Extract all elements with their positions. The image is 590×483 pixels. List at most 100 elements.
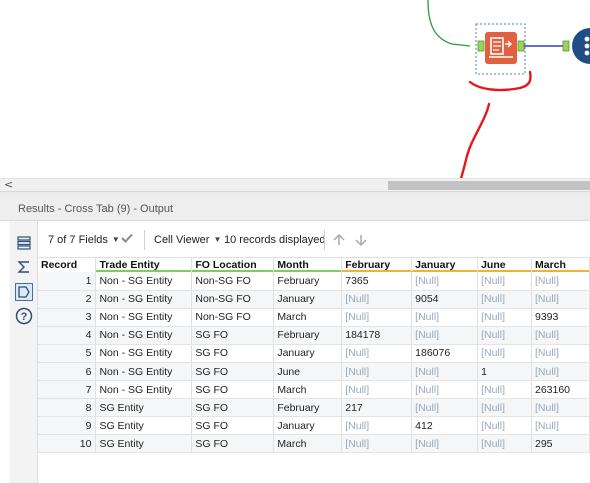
table-cell[interactable]: SG FO xyxy=(191,434,275,454)
record-number-cell[interactable]: 8 xyxy=(38,398,97,418)
table-cell[interactable]: March xyxy=(273,308,343,327)
record-number-cell[interactable]: 10 xyxy=(38,434,97,454)
table-cell[interactable]: [Null] xyxy=(477,344,532,363)
table-cell[interactable]: [Null] xyxy=(477,308,532,327)
table-cell[interactable]: January xyxy=(273,290,343,309)
table-cell[interactable]: SG FO xyxy=(191,416,275,436)
table-cell[interactable]: March xyxy=(273,434,343,454)
table-cell[interactable]: Non - SG Entity xyxy=(95,362,193,382)
table-cell[interactable]: [Null] xyxy=(341,344,413,363)
table-cell[interactable]: [Null] xyxy=(341,290,413,309)
table-cell[interactable]: Non-SG FO xyxy=(191,308,275,327)
browse-tool-icon[interactable] xyxy=(572,28,590,64)
table-cell[interactable]: [Null] xyxy=(477,416,532,436)
cell-viewer-dropdown[interactable]: Cell Viewer ▼ xyxy=(154,234,221,246)
table-cell[interactable]: SG FO xyxy=(191,380,275,400)
table-cell[interactable]: 1 xyxy=(477,362,532,382)
sum-icon[interactable] xyxy=(15,258,33,276)
table-cell[interactable]: [Null] xyxy=(411,272,479,291)
table-cell[interactable]: 7365 xyxy=(341,272,413,291)
table-row[interactable]: 4 Non - SG Entity SG FO February 184178 [Null… xyxy=(38,326,590,345)
table-row[interactable]: 5 Non - SG Entity SG FO January [Null] 186076… xyxy=(38,344,590,363)
table-cell[interactable]: January xyxy=(273,344,343,363)
table-cell[interactable]: [Null] xyxy=(531,362,590,382)
column-header[interactable]: February xyxy=(341,258,413,272)
table-cell[interactable]: 412 xyxy=(411,416,479,436)
column-header[interactable]: Record xyxy=(38,258,97,272)
record-number-cell[interactable]: 9 xyxy=(38,416,97,436)
table-cell[interactable]: [Null] xyxy=(531,398,590,418)
table-cell[interactable]: [Null] xyxy=(411,362,479,382)
column-header[interactable]: January xyxy=(411,258,479,272)
table-row[interactable]: 6 Non - SG Entity SG FO June [Null] [Null] 1 [N… xyxy=(38,362,590,382)
table-cell[interactable]: Non-SG FO xyxy=(191,290,275,309)
table-cell[interactable]: February xyxy=(273,272,343,291)
table-cell[interactable]: [Null] xyxy=(531,344,590,363)
table-cell[interactable]: Non - SG Entity xyxy=(95,308,193,327)
workflow-canvas[interactable] xyxy=(0,0,590,178)
table-cell[interactable]: SG Entity xyxy=(95,416,193,436)
table-row[interactable]: 3 Non - SG Entity Non-SG FO March [Null] [Nul… xyxy=(38,308,590,327)
table-cell[interactable]: [Null] xyxy=(477,434,532,454)
canvas-horizontal-scrollbar[interactable]: < xyxy=(0,178,590,191)
arrow-down-icon[interactable] xyxy=(354,233,368,250)
column-header[interactable]: June xyxy=(477,258,532,272)
table-cell[interactable]: 9054 xyxy=(411,290,479,309)
table-cell[interactable]: SG Entity xyxy=(95,398,193,418)
table-cell[interactable]: [Null] xyxy=(477,272,532,291)
table-cell[interactable]: [Null] xyxy=(411,398,479,418)
table-cell[interactable]: [Null] xyxy=(341,434,413,454)
table-cell[interactable]: [Null] xyxy=(531,272,590,291)
table-cell[interactable]: [Null] xyxy=(411,434,479,454)
table-cell[interactable]: February xyxy=(273,398,343,418)
table-cell[interactable]: 217 xyxy=(341,398,413,418)
tag-icon[interactable] xyxy=(15,283,33,301)
table-cell[interactable]: 186076 xyxy=(411,344,479,363)
scroll-left-arrow[interactable]: < xyxy=(4,178,13,191)
table-cell[interactable]: [Null] xyxy=(477,290,532,309)
table-cell[interactable]: [Null] xyxy=(531,416,590,436)
table-cell[interactable]: [Null] xyxy=(411,380,479,400)
record-number-cell[interactable]: 4 xyxy=(38,326,97,345)
record-number-cell[interactable]: 3 xyxy=(38,308,97,327)
table-cell[interactable]: Non - SG Entity xyxy=(95,272,193,291)
column-header[interactable]: Month xyxy=(273,258,343,272)
record-number-cell[interactable]: 7 xyxy=(38,380,97,400)
table-cell[interactable]: [Null] xyxy=(341,416,413,436)
table-row[interactable]: 9 SG Entity SG FO January [Null] 412 [Null] [Nu… xyxy=(38,416,590,436)
column-header[interactable]: FO Location xyxy=(191,258,275,272)
table-cell[interactable]: June xyxy=(273,362,343,382)
table-row[interactable]: 1 Non - SG Entity Non-SG FO February 7365 [Nu… xyxy=(38,272,590,291)
checkmark-icon[interactable] xyxy=(120,232,134,247)
table-row[interactable]: 7 Non - SG Entity SG FO March [Null] [Null] [N… xyxy=(38,380,590,400)
table-cell[interactable]: 184178 xyxy=(341,326,413,345)
table-cell[interactable]: 295 xyxy=(531,434,590,454)
table-cell[interactable]: [Null] xyxy=(477,326,532,345)
table-cell[interactable]: Non-SG FO xyxy=(191,272,275,291)
table-cell[interactable]: SG FO xyxy=(191,362,275,382)
table-cell[interactable]: Non - SG Entity xyxy=(95,380,193,400)
table-cell[interactable]: [Null] xyxy=(411,326,479,345)
table-cell[interactable]: [Null] xyxy=(531,290,590,309)
table-cell[interactable]: SG Entity xyxy=(95,434,193,454)
table-cell[interactable]: SG FO xyxy=(191,398,275,418)
table-cell[interactable]: [Null] xyxy=(341,308,413,327)
table-row[interactable]: 10 SG Entity SG FO March [Null] [Null] [Null] 2… xyxy=(38,434,590,454)
table-cell[interactable]: Non - SG Entity xyxy=(95,344,193,363)
scrollbar-thumb[interactable] xyxy=(388,181,590,190)
table-cell[interactable]: [Null] xyxy=(477,380,532,400)
table-cell[interactable]: February xyxy=(273,326,343,345)
column-header[interactable]: March xyxy=(531,258,590,272)
cross-tab-tool-icon[interactable] xyxy=(485,32,517,64)
column-header[interactable]: Trade Entity xyxy=(95,258,193,272)
table-cell[interactable]: [Null] xyxy=(341,362,413,382)
table-cell[interactable]: Non - SG Entity xyxy=(95,290,193,309)
table-cell[interactable]: 263160 xyxy=(531,380,590,400)
table-cell[interactable]: [Null] xyxy=(411,308,479,327)
table-row[interactable]: 8 SG Entity SG FO February 217 [Null] [Null] [N… xyxy=(38,398,590,418)
record-number-cell[interactable]: 1 xyxy=(38,272,97,291)
table-cell[interactable]: SG FO xyxy=(191,344,275,363)
table-cell[interactable]: [Null] xyxy=(477,398,532,418)
table-row[interactable]: 2 Non - SG Entity Non-SG FO January [Null] 90… xyxy=(38,290,590,309)
table-cell[interactable]: [Null] xyxy=(531,326,590,345)
